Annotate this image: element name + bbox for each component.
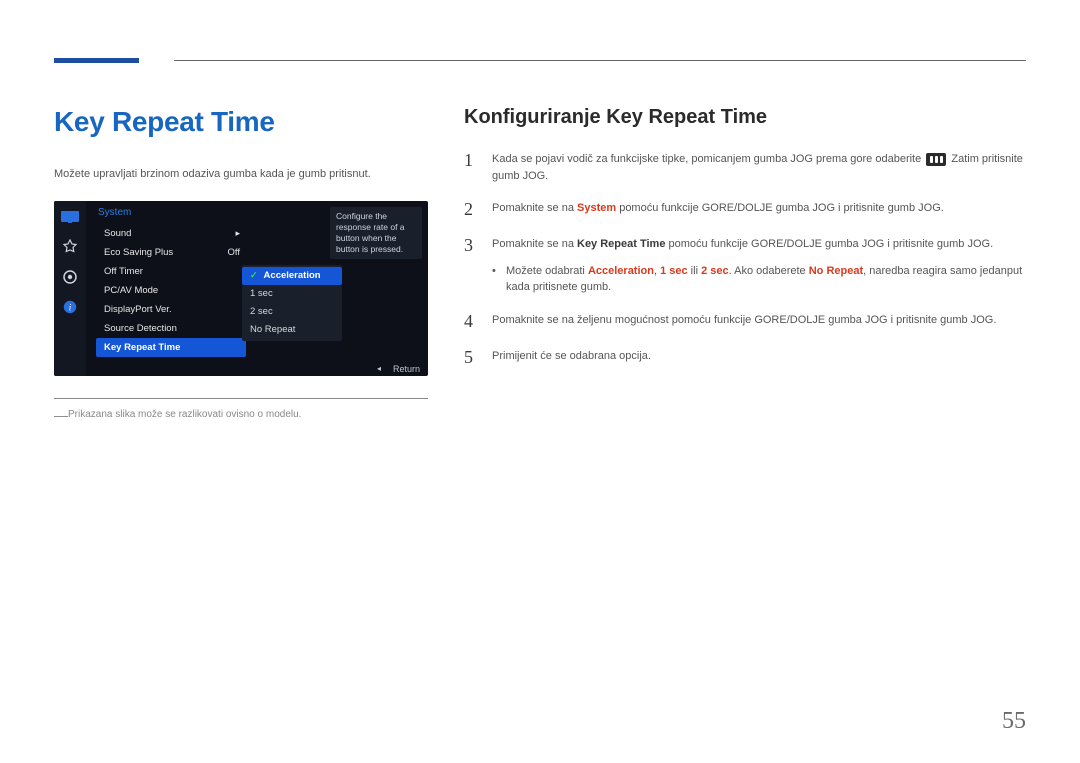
- osd-sub-1sec[interactable]: 1 sec: [242, 285, 342, 303]
- osd-footer: ◂ Return: [377, 364, 420, 374]
- dash-icon: ―: [54, 407, 68, 423]
- osd-menu-list: Sound ▸ Eco Saving Plus Off Off Timer PC…: [96, 224, 246, 357]
- em-2sec: 2 sec: [701, 265, 729, 277]
- osd-item-label: Eco Saving Plus: [104, 247, 173, 258]
- osd-sub-label: No Repeat: [250, 324, 295, 335]
- osd-sub-norepeat[interactable]: No Repeat: [242, 321, 342, 339]
- picture-icon: [60, 207, 80, 227]
- intro-text: Možete upravljati brzinom odaziva gumba …: [54, 166, 428, 183]
- step-text: Pomaknite se na: [492, 238, 577, 250]
- step-1: Kada se pojavi vodič za funkcijske tipke…: [464, 151, 1026, 184]
- step-5: Primijenit će se odabrana opcija.: [464, 348, 1026, 368]
- osd-sub-2sec[interactable]: 2 sec: [242, 303, 342, 321]
- bullet-text: ili: [688, 265, 701, 277]
- osd-item-value: Off: [228, 247, 241, 258]
- osd-item-label: Source Detection: [104, 323, 177, 334]
- step-3: Pomaknite se na Key Repeat Time pomoću f…: [464, 236, 1026, 296]
- footnote-text: Prikazana slika može se razlikovati ovis…: [68, 409, 301, 420]
- triangle-left-icon: ◂: [377, 364, 381, 373]
- step-text: Kada se pojavi vodič za funkcijske tipke…: [492, 153, 921, 165]
- osd-return-label[interactable]: Return: [393, 364, 420, 374]
- osd-item-label: Key Repeat Time: [104, 342, 180, 353]
- info-icon: i: [60, 297, 80, 317]
- step-3-bullet: Možete odabrati Acceleration, 1 sec ili …: [492, 263, 1026, 296]
- footnote: ― Prikazana slika može se razlikovati ov…: [54, 409, 428, 420]
- osd-item-pcav[interactable]: PC/AV Mode: [96, 281, 246, 300]
- osd-item-source[interactable]: Source Detection: [96, 319, 246, 338]
- step-text: Pomaknite se na: [492, 202, 577, 214]
- section-subtitle: Konfiguriranje Key Repeat Time: [464, 106, 1026, 129]
- osd-sub-acceleration[interactable]: Acceleration: [242, 267, 342, 285]
- osd-panel: i System Sound ▸ Eco Saving Plus Off: [54, 201, 428, 376]
- page-title: Key Repeat Time: [54, 106, 428, 138]
- osd-tooltip: Configure the response rate of a button …: [330, 207, 422, 259]
- page-number: 55: [1002, 708, 1026, 735]
- osd-nav-icon: [60, 237, 80, 257]
- em-acc: Acceleration: [588, 265, 654, 277]
- osd-item-label: PC/AV Mode: [104, 285, 158, 296]
- osd-sub-label: 1 sec: [250, 288, 273, 299]
- gear-icon: [60, 267, 80, 287]
- steps-list: Kada se pojavi vodič za funkcijske tipke…: [464, 151, 1026, 368]
- step-4: Pomaknite se na željenu mogućnost pomoću…: [464, 312, 1026, 332]
- osd-item-eco[interactable]: Eco Saving Plus Off: [96, 243, 246, 262]
- osd-sidebar: i: [54, 201, 86, 376]
- osd-item-label: DisplayPort Ver.: [104, 304, 172, 315]
- em-1sec: 1 sec: [660, 265, 688, 277]
- em-keyrepeat: Key Repeat Time: [577, 238, 665, 250]
- osd-item-sound[interactable]: Sound ▸: [96, 224, 246, 243]
- footnote-rule: [54, 398, 428, 399]
- step-text: pomoću funkcije GORE/DOLJE gumba JOG i p…: [665, 238, 993, 250]
- step-text: Primijenit će se odabrana opcija.: [492, 350, 651, 362]
- osd-sub-label: Acceleration: [264, 270, 321, 281]
- osd-item-keyrepeat[interactable]: Key Repeat Time: [96, 338, 246, 357]
- chevron-right-icon: ▸: [235, 228, 240, 239]
- osd-item-label: Off Timer: [104, 266, 143, 277]
- osd-item-offtimer[interactable]: Off Timer: [96, 262, 246, 281]
- step-text: Pomaknite se na željenu mogućnost pomoću…: [492, 314, 996, 326]
- menu-icon: [926, 153, 946, 166]
- osd-item-dpver[interactable]: DisplayPort Ver.: [96, 300, 246, 319]
- em-norepeat: No Repeat: [809, 265, 863, 277]
- osd-item-label: Sound: [104, 228, 131, 239]
- header-rule: [54, 58, 1026, 78]
- step-2: Pomaknite se na System pomoću funkcije G…: [464, 200, 1026, 220]
- osd-sub-label: 2 sec: [250, 306, 273, 317]
- bullet-text: Možete odabrati: [506, 265, 588, 277]
- bullet-text: . Ako odaberete: [729, 265, 809, 277]
- step-text: pomoću funkcije GORE/DOLJE gumba JOG i p…: [616, 202, 944, 214]
- em-system: System: [577, 202, 616, 214]
- osd-submenu: Acceleration 1 sec 2 sec No Repeat: [242, 265, 342, 341]
